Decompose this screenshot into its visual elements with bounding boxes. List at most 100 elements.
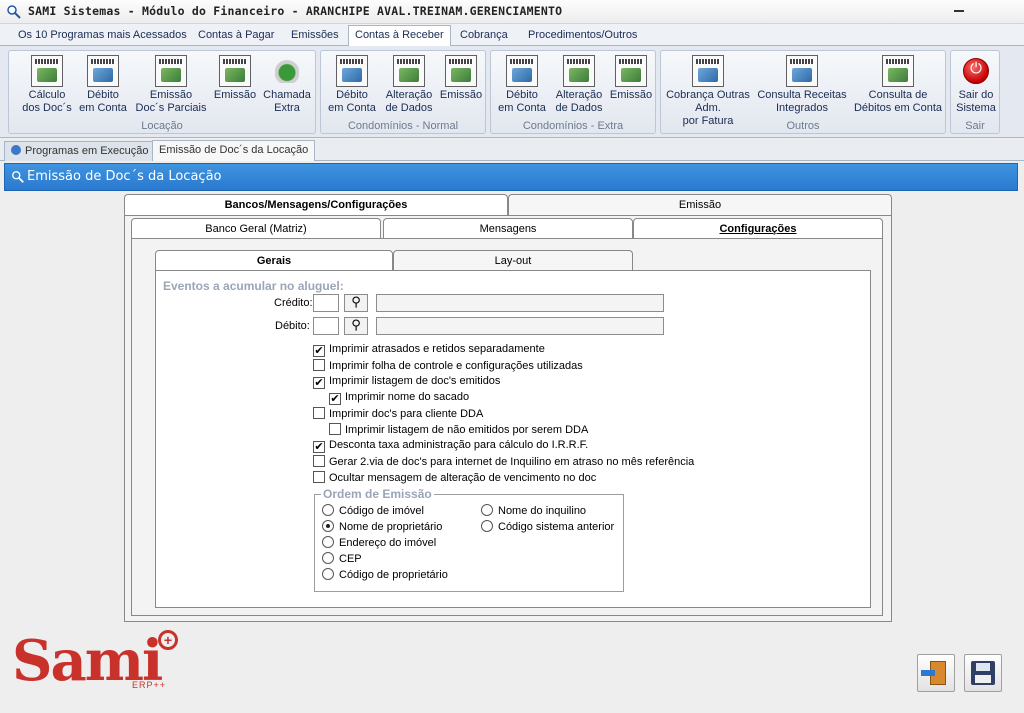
radio-endereco-imovel[interactable]: Endereço do imóvel [322, 536, 436, 549]
eventos-section-title: Eventos a acumular no aluguel: [163, 279, 344, 293]
document-icon [615, 55, 647, 87]
chk-cliente-dda[interactable]: Imprimir doc's para cliente DDA [313, 407, 483, 421]
cond-normal-alteracao-button[interactable]: Alteração de Dados [381, 55, 437, 115]
app-icon [7, 5, 21, 19]
form-header: Emissão de Doc´s da Locação [4, 163, 1018, 191]
sair-sistema-button[interactable]: Sair do Sistema [952, 55, 1000, 115]
radio-codigo-imovel[interactable]: Código de imóvel [322, 504, 424, 517]
ordem-emissao-legend: Ordem de Emissão [321, 487, 434, 501]
form-title: Emissão de Doc´s da Locação [27, 169, 222, 184]
radio-nome-inquilino[interactable]: Nome do inquilino [481, 504, 586, 517]
cobranca-outras-button[interactable]: Cobrança Outras Adm. por Fatura [663, 55, 753, 128]
document-icon [506, 55, 538, 87]
cond-normal-emissao-button[interactable]: Emissão [437, 55, 485, 102]
tab-bancos-mensagens-config[interactable]: Bancos/Mensagens/Configurações [124, 194, 508, 216]
doc-tab-emissao[interactable]: Emissão de Doc´s da Locação [152, 140, 316, 161]
chk-listagem-docs[interactable]: ✔ Imprimir listagem de doc's emitidos [313, 375, 500, 389]
emissao-locacao-button[interactable]: Emissão [211, 55, 259, 102]
tab-layout[interactable]: Lay-out [393, 250, 633, 271]
magnifier-icon [12, 171, 24, 183]
cond-extra-debito-button[interactable]: Débito em Conta [495, 55, 549, 115]
floppy-disk-icon [971, 661, 995, 685]
window-title: SAMI Sistemas - Módulo do Financeiro - A… [28, 4, 563, 18]
checkbox[interactable] [313, 407, 325, 419]
document-icon [31, 55, 63, 87]
exit-form-button[interactable] [917, 654, 955, 692]
group-title: Condomínios - Normal [347, 120, 459, 132]
chk-desconta-taxa[interactable]: ✔ Desconta taxa administração para cálcul… [313, 439, 588, 453]
doc-tab-programas[interactable]: Programas em Execução [4, 141, 156, 161]
house-refresh-icon [271, 55, 303, 87]
menu-tab-bar: Os 10 Programas mais Acessados Contas à … [0, 24, 1024, 47]
debito-description-field [376, 317, 664, 335]
document-icon [393, 55, 425, 87]
group-title: Outros [786, 120, 820, 132]
debito-code-input[interactable] [313, 317, 339, 335]
tab-cobranca[interactable]: Cobrança [454, 26, 514, 46]
tab-contas-receber[interactable]: Contas à Receber [348, 25, 451, 47]
cond-extra-alteracao-button[interactable]: Alteração de Dados [551, 55, 607, 115]
ribbon-group-locacao: Cálculo dos Doc´s Débito em Conta Emissã… [8, 50, 316, 134]
document-icon [692, 55, 724, 87]
save-button[interactable] [964, 654, 1002, 692]
document-icon [336, 55, 368, 87]
chk-nao-emitidos-dda[interactable]: Imprimir listagem de não emitidos por se… [329, 423, 588, 437]
sami-logo: Sami + ERP++ [12, 628, 182, 694]
document-icon [87, 55, 119, 87]
title-bar: SAMI Sistemas - Módulo do Financeiro - A… [0, 0, 1024, 24]
cond-normal-debito-button[interactable]: Débito em Conta [325, 55, 379, 115]
tab-procedimentos[interactable]: Procedimentos/Outros [522, 26, 643, 46]
radio-cep[interactable]: CEP [322, 552, 362, 565]
chk-atrasados[interactable]: ✔ Imprimir atrasados e retidos separadame… [313, 343, 545, 357]
ribbon-group-cond-extra: Débito em Conta Alteração de Dados Emiss… [490, 50, 656, 134]
chk-ocultar-mensagem[interactable]: Ocultar mensagem de alteração de vencime… [313, 471, 596, 485]
ribbon: Cálculo dos Doc´s Débito em Conta Emissã… [0, 46, 1024, 138]
checkbox[interactable] [313, 455, 325, 467]
tab-top10[interactable]: Os 10 Programas mais Acessados [12, 26, 193, 46]
search-icon: ⚲ [351, 318, 361, 333]
document-icon [445, 55, 477, 87]
group-title: Condomínios - Extra [522, 120, 624, 132]
checkbox[interactable] [313, 471, 325, 483]
ribbon-group-outros: Cobrança Outras Adm. por Fatura Consulta… [660, 50, 946, 134]
cond-extra-emissao-button[interactable]: Emissão [607, 55, 655, 102]
chk-nome-sacado[interactable]: ✔ Imprimir nome do sacado [329, 391, 469, 405]
radio-codigo-sistema-anterior[interactable]: Código sistema anterior [481, 520, 614, 533]
document-tab-bar: Programas em Execução Emissão de Doc´s d… [0, 139, 1024, 161]
document-icon [155, 55, 187, 87]
checkbox[interactable] [313, 359, 325, 371]
plus-icon: + [158, 630, 178, 650]
tab-gerais[interactable]: Gerais [155, 250, 393, 272]
checkbox[interactable]: ✔ [313, 377, 325, 389]
debito-conta-button[interactable]: Débito em Conta [77, 55, 129, 115]
checkbox[interactable]: ✔ [313, 441, 325, 453]
tab-emissao[interactable]: Emissão [508, 194, 892, 216]
checkbox[interactable] [329, 423, 341, 435]
chk-segunda-via[interactable]: Gerar 2.via de doc's para internet de In… [313, 455, 694, 469]
credito-code-input[interactable] [313, 294, 339, 312]
tab-emissoes[interactable]: Emissões [285, 26, 345, 46]
ribbon-group-sair: Sair do Sistema Sair [950, 50, 1000, 134]
chk-folha-controle[interactable]: Imprimir folha de controle e configuraçõ… [313, 359, 583, 373]
group-title: Sair [965, 120, 985, 132]
tab-mensagens[interactable]: Mensagens [383, 218, 633, 239]
calculo-docs-button[interactable]: Cálculo dos Doc´s [17, 55, 77, 115]
emissao-docs-parciais-button[interactable]: Emissão Doc´s Parciais [133, 55, 209, 115]
search-icon: ⚲ [351, 295, 361, 310]
radio-nome-proprietario[interactable]: Nome de proprietário [322, 520, 442, 533]
checkbox[interactable]: ✔ [313, 345, 325, 357]
power-icon [960, 55, 992, 87]
consulta-receitas-button[interactable]: Consulta Receitas Integrados [755, 55, 849, 115]
credito-search-button[interactable]: ⚲ [344, 294, 368, 312]
tab-configuracoes[interactable]: Configurações [633, 218, 883, 239]
debito-search-button[interactable]: ⚲ [344, 317, 368, 335]
consulta-debitos-button[interactable]: Consulta de Débitos em Conta [851, 55, 945, 115]
chamada-extra-button[interactable]: Chamada Extra [261, 55, 313, 115]
credito-label: Crédito: [274, 297, 313, 309]
tab-contas-pagar[interactable]: Contas à Pagar [192, 26, 280, 46]
checkbox[interactable]: ✔ [329, 393, 341, 405]
radio-codigo-proprietario[interactable]: Código de proprietário [322, 568, 448, 581]
tab-banco-geral[interactable]: Banco Geral (Matriz) [131, 218, 381, 239]
minimize-button[interactable] [954, 10, 964, 12]
group-title: Locação [141, 120, 183, 132]
